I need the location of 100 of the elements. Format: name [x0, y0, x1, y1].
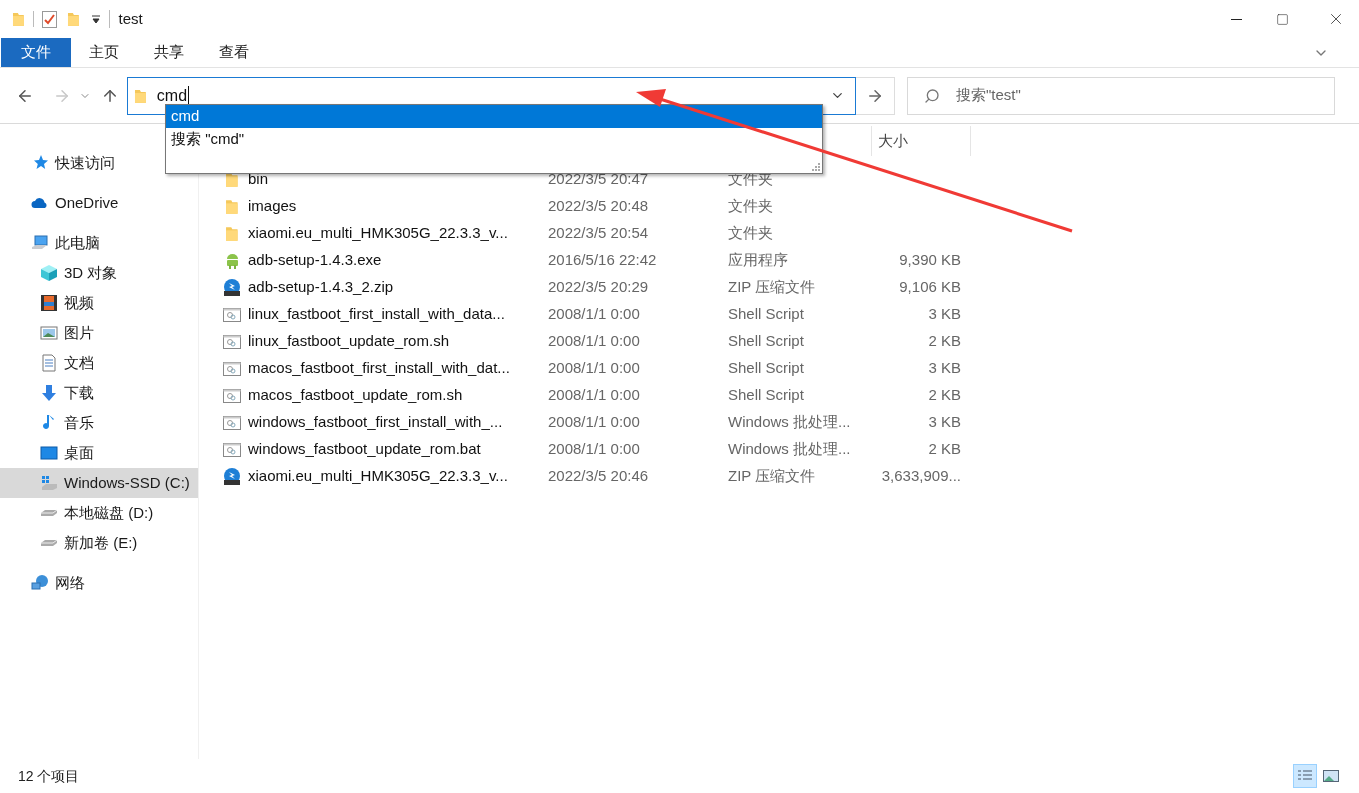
resize-grip-icon[interactable]: [810, 161, 820, 171]
date-cell-text: 2008/1/1 0:00: [548, 331, 641, 352]
folder-icon: [225, 198, 239, 215]
network-icon: [31, 574, 49, 592]
date-cell-text: 2008/1/1 0:00: [548, 304, 641, 325]
date-cell-text: 2022/3/5 20:47: [548, 169, 650, 190]
minimize-icon: [1230, 18, 1242, 20]
type-cell-text: ZIP 压缩文件: [728, 466, 817, 487]
suggestion-item[interactable]: cmd: [166, 105, 822, 128]
size-cell-text: 3 KB: [927, 304, 961, 325]
image-icon: [40, 324, 58, 342]
maximize-icon: [1275, 12, 1289, 26]
file-name[interactable]: macos_fastboot_first_install_with_dat...: [248, 357, 548, 380]
nav-item[interactable]: 3D 对象: [0, 258, 122, 288]
cube-icon: [40, 264, 58, 282]
details-list-icon: [1297, 769, 1313, 783]
file-name[interactable]: adb-setup-1.4.3.exe: [248, 249, 548, 272]
type-cell-text: ZIP 压缩文件: [728, 277, 817, 298]
download-icon: [40, 384, 58, 402]
file-name[interactable]: windows_fastboot_first_install_with_...: [248, 411, 548, 434]
script-file-icon: [223, 360, 241, 377]
suggestion-item[interactable]: 搜索 "cmd": [166, 128, 822, 151]
ribbon-tab[interactable]: 查看: [201, 38, 266, 67]
nav-item[interactable]: 视频: [0, 288, 98, 318]
nav-item[interactable]: 图片: [0, 318, 98, 348]
date-cell-text: 2022/3/5 20:29: [548, 277, 650, 298]
zip-icon: [223, 467, 241, 486]
date-cell-text: 2008/1/1 0:00: [548, 385, 641, 406]
type-cell-text: Windows 批处理...: [728, 439, 852, 460]
type-cell-text: 文件夹: [728, 223, 774, 244]
nav-item[interactable]: 桌面: [0, 438, 98, 468]
size-cell-text: 2 KB: [927, 439, 961, 460]
nav-item[interactable]: 快速访问: [0, 148, 119, 178]
type-cell-text: Shell Script: [728, 358, 805, 379]
folder-icon: [66, 11, 80, 27]
file-name[interactable]: macos_fastboot_update_rom.sh: [248, 384, 548, 407]
size-cell-text: 2 KB: [927, 385, 961, 406]
size-cell-text: 9,106 KB: [898, 277, 961, 298]
type-cell-text: 文件夹: [728, 196, 774, 217]
ribbon-tab[interactable]: 主页: [71, 38, 136, 67]
file-name[interactable]: images: [248, 195, 548, 218]
size-cell-text: 3,633,909...: [880, 466, 961, 487]
ribbon-tab[interactable]: 共享: [136, 38, 201, 67]
script-file-icon: [223, 333, 241, 350]
size-cell-text: 9,390 KB: [898, 250, 961, 271]
drive-icon: [40, 539, 58, 547]
nav-item[interactable]: 下载: [0, 378, 98, 408]
size-cell-text: 3 KB: [927, 358, 961, 379]
type-cell-text: Shell Script: [728, 331, 805, 352]
nav-item[interactable]: 文档: [0, 348, 98, 378]
date-cell-text: 2008/1/1 0:00: [548, 412, 641, 433]
file-name[interactable]: linux_fastboot_first_install_with_data...: [248, 303, 548, 326]
folder-icon: [225, 225, 239, 242]
size-cell-text: 2 KB: [927, 331, 961, 352]
file-name[interactable]: xiaomi.eu_multi_HMK305G_22.3.3_v...: [248, 465, 548, 488]
file-name[interactable]: adb-setup-1.4.3_2.zip: [248, 276, 548, 299]
film-icon: [40, 294, 58, 312]
size-cell-text: 3 KB: [927, 412, 961, 433]
date-cell-text: 2022/3/5 20:54: [548, 223, 650, 244]
go-button[interactable]: [856, 76, 895, 115]
zip-icon: [223, 278, 241, 297]
search-icon: [924, 87, 940, 104]
nav-item[interactable]: OneDrive: [0, 188, 123, 218]
script-file-icon: [223, 306, 241, 323]
script-file-icon: [223, 414, 241, 431]
computer-icon: [31, 234, 49, 252]
date-cell-text: 2022/3/5 20:48: [548, 196, 650, 217]
type-cell-text: 应用程序: [728, 250, 789, 271]
file-name[interactable]: linux_fastboot_update_rom.sh: [248, 330, 548, 353]
drive-icon: [40, 509, 58, 517]
drive-icon: [40, 474, 58, 492]
window-title: test: [118, 8, 143, 29]
type-cell-text: Shell Script: [728, 304, 805, 325]
date-cell-text: 2008/1/1 0:00: [548, 358, 641, 379]
file-name[interactable]: windows_fastboot_update_rom.bat: [248, 438, 548, 461]
script-file-icon: [223, 441, 241, 458]
nav-item[interactable]: Windows-SSD (C:): [0, 468, 198, 498]
file-name[interactable]: xiaomi.eu_multi_HMK305G_22.3.3_v...: [248, 222, 548, 245]
document-icon: [40, 354, 58, 372]
folder-icon: [134, 87, 147, 104]
search-field[interactable]: 搜索"test": [907, 76, 1335, 115]
column-header[interactable]: 大小: [871, 126, 971, 156]
script-file-icon: [223, 387, 241, 404]
type-cell-text: Shell Script: [728, 385, 805, 406]
date-cell-text: 2016/5/16 22:42: [548, 250, 658, 271]
nav-item[interactable]: 新加卷 (E:): [0, 528, 142, 558]
item-count: 12 个项目: [18, 766, 80, 786]
desktop-icon: [40, 444, 58, 462]
properties-icon[interactable]: [41, 10, 57, 28]
nav-item[interactable]: 音乐: [0, 408, 98, 438]
star-icon: [31, 154, 49, 172]
folder-icon: [225, 171, 239, 188]
nav-item[interactable]: 网络: [0, 568, 89, 598]
folder-icon: [12, 11, 25, 27]
nav-item[interactable]: 此电脑: [0, 228, 104, 258]
date-cell-text: 2008/1/1 0:00: [548, 439, 641, 460]
nav-item[interactable]: 本地磁盘 (D:): [0, 498, 158, 528]
dropdown-icon[interactable]: [91, 15, 100, 23]
type-cell-text: Windows 批处理...: [728, 412, 852, 433]
ribbon-tab[interactable]: 文件: [1, 38, 71, 67]
